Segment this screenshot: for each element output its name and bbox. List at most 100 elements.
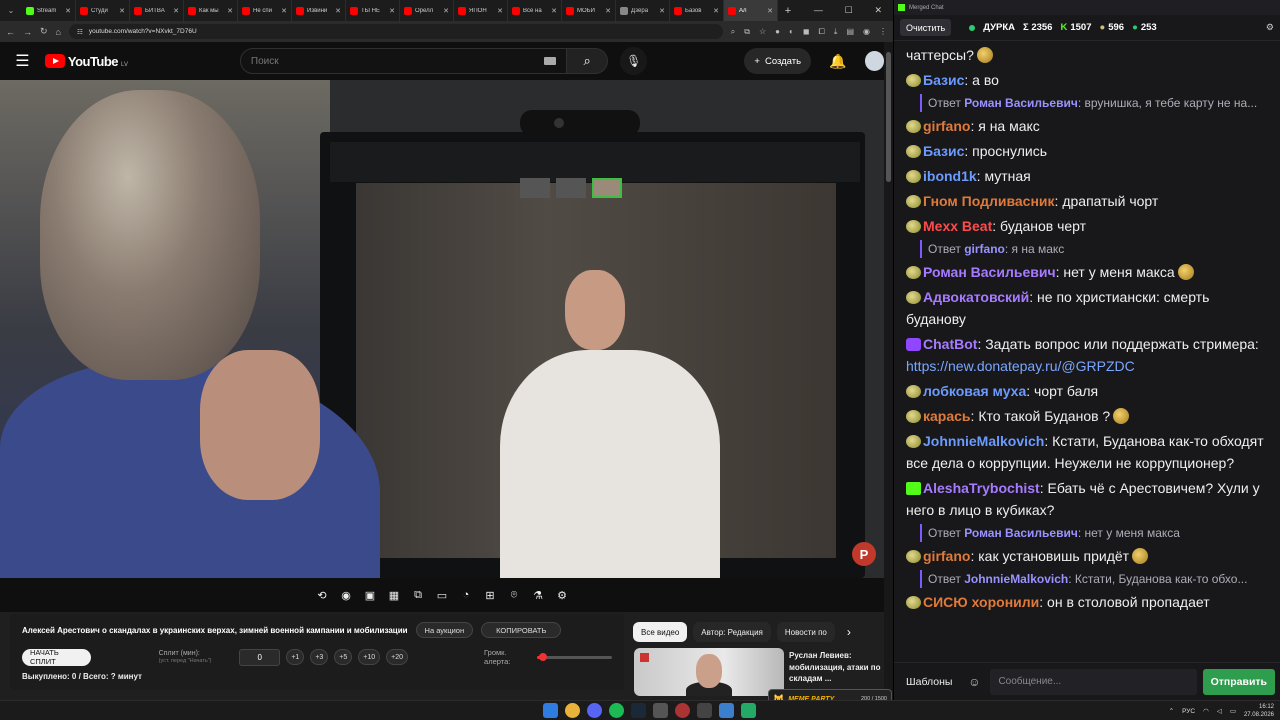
clip-icon[interactable]: ▦: [386, 587, 402, 603]
split-increment-button[interactable]: +1: [286, 649, 305, 665]
voice-search-button[interactable]: 🎙: [620, 47, 648, 75]
send-button[interactable]: Отправить: [1202, 668, 1275, 695]
chat-username[interactable]: Базис: [923, 143, 964, 159]
speed-icon[interactable]: ◔: [458, 587, 474, 603]
create-button[interactable]: + Создать: [744, 48, 812, 74]
message-link[interactable]: https://new.donatepay.ru/@GRPZDC: [906, 358, 1135, 374]
cinema-icon[interactable]: ▭: [434, 587, 450, 603]
chat-username[interactable]: Гном Подливасник: [923, 193, 1055, 209]
profile-icon[interactable]: ◉: [863, 27, 870, 37]
app-icon[interactable]: [697, 703, 712, 718]
tab-close-icon[interactable]: ✕: [659, 7, 665, 15]
camera-icon[interactable]: ⌾: [506, 587, 522, 603]
screenshot-icon[interactable]: ▣: [362, 587, 378, 603]
battery-icon[interactable]: ▭: [1230, 707, 1236, 715]
spotify-icon[interactable]: [609, 703, 624, 718]
tab-close-icon[interactable]: ✕: [119, 7, 125, 15]
download-icon[interactable]: ⤓: [834, 27, 838, 37]
chat-username[interactable]: карась: [923, 408, 971, 424]
tab-close-icon[interactable]: ✕: [605, 7, 611, 15]
browser-tab[interactable]: Базов ✕: [670, 0, 724, 21]
browser-tab[interactable]: Все на ✕: [508, 0, 562, 21]
home-icon[interactable]: ⌂: [56, 27, 61, 37]
tab-list-icon[interactable]: ⌄: [0, 0, 22, 21]
page-scrollbar[interactable]: [884, 42, 893, 700]
zoom-icon[interactable]: ⌕: [731, 27, 735, 37]
hamburger-menu-icon[interactable]: ☰: [0, 51, 45, 71]
split-increment-button[interactable]: +5: [334, 649, 353, 665]
browser-tab[interactable]: ЯПОН ✕: [454, 0, 508, 21]
keyboard-icon[interactable]: [544, 57, 557, 65]
chip-author[interactable]: Автор: Редакция: [693, 622, 771, 642]
minimize-icon[interactable]: —: [814, 5, 823, 16]
split-increment-button[interactable]: +3: [310, 649, 329, 665]
browser-tab[interactable]: Извини ✕: [292, 0, 346, 21]
close-icon[interactable]: ✕: [875, 5, 883, 16]
browser-tab[interactable]: Не спи ✕: [238, 0, 292, 21]
chat-settings-gear-icon[interactable]: ⚙: [1266, 22, 1274, 33]
audio-icon[interactable]: ◉: [338, 587, 354, 603]
extension-icon[interactable]: ●: [775, 27, 780, 37]
recommended-video-title[interactable]: Руслан Левиев: мобилизация, атаки по скл…: [789, 650, 881, 685]
tab-close-icon[interactable]: ✕: [227, 7, 233, 15]
chat-username[interactable]: JohnnieMalkovich: [923, 433, 1044, 449]
chat-username[interactable]: СИСЮ хоронили: [923, 594, 1039, 610]
cast-icon[interactable]: ⧉: [744, 27, 750, 37]
url-field[interactable]: ☷ youtube.com/watch?v=NXvkt_7D76U: [68, 24, 723, 39]
clock[interactable]: 16:12 27.08.2026: [1244, 703, 1274, 719]
emoji-icon[interactable]: ☺: [964, 672, 984, 692]
reply-username[interactable]: Роман Васильевич: [964, 96, 1078, 110]
clear-chat-button[interactable]: Очистить: [900, 19, 952, 36]
chat-username[interactable]: Mexx Beat: [923, 218, 992, 234]
obs-icon[interactable]: [675, 703, 690, 718]
tab-close-icon[interactable]: ✕: [389, 7, 395, 15]
loop-icon[interactable]: ⟲: [314, 587, 330, 603]
search-input[interactable]: Поиск: [239, 48, 568, 74]
chat-username[interactable]: ibond1k: [923, 168, 977, 184]
tab-close-icon[interactable]: ✕: [767, 7, 773, 15]
menu-icon[interactable]: ⋮: [879, 27, 887, 37]
browser-tab[interactable]: Орелл ✕: [400, 0, 454, 21]
flask-icon[interactable]: ⚗: [530, 587, 546, 603]
browser-tab[interactable]: МОБИ ✕: [562, 0, 616, 21]
chat-username[interactable]: AleshaTrybochist: [923, 480, 1040, 496]
discord-icon[interactable]: [587, 703, 602, 718]
add-icon[interactable]: ⊞: [482, 587, 498, 603]
site-info-icon[interactable]: ☷: [77, 28, 83, 36]
scrollbar-thumb[interactable]: [886, 52, 891, 182]
tab-close-icon[interactable]: ✕: [335, 7, 341, 15]
app-icon[interactable]: [719, 703, 734, 718]
split-increment-button[interactable]: +20: [386, 649, 409, 665]
youtube-logo[interactable]: YouTube LV: [44, 54, 240, 69]
app-icon[interactable]: [653, 703, 668, 718]
split-increment-button[interactable]: +10: [358, 649, 381, 665]
app-icon[interactable]: [741, 703, 756, 718]
chat-username[interactable]: Роман Васильевич: [923, 264, 1056, 280]
templates-button[interactable]: Шаблоны: [900, 670, 958, 694]
notifications-bell-icon[interactable]: 🔔: [829, 53, 846, 70]
tab-close-icon[interactable]: ✕: [173, 7, 179, 15]
steam-icon[interactable]: [631, 703, 646, 718]
browser-tab[interactable]: Дзёра ✕: [616, 0, 670, 21]
chat-username[interactable]: ChatBot: [923, 336, 977, 352]
chrome-icon[interactable]: [565, 703, 580, 718]
copy-button[interactable]: КОПИРОВАТЬ: [481, 622, 562, 638]
tray-arrow-icon[interactable]: ⌃: [1169, 707, 1174, 715]
auction-button[interactable]: На аукцион: [415, 622, 474, 638]
extension-icon[interactable]: ◐: [789, 27, 794, 37]
reply-username[interactable]: Роман Васильевич: [964, 526, 1078, 540]
pip-icon[interactable]: ⧉: [410, 587, 426, 603]
chat-message-input[interactable]: Сообщение...: [990, 668, 1197, 695]
tab-close-icon[interactable]: ✕: [713, 7, 719, 15]
settings-gear-icon[interactable]: ⚙: [554, 587, 570, 603]
bookmark-icon[interactable]: ☆: [759, 27, 766, 37]
extension-icon[interactable]: ◼: [803, 27, 810, 37]
tab-close-icon[interactable]: ✕: [281, 7, 287, 15]
tab-close-icon[interactable]: ✕: [497, 7, 503, 15]
browser-tab[interactable]: Stream ✕: [22, 0, 76, 21]
new-tab-button[interactable]: +: [778, 5, 798, 17]
chevron-right-icon[interactable]: ›: [847, 622, 851, 642]
tab-close-icon[interactable]: ✕: [551, 7, 557, 15]
language-indicator[interactable]: РУС: [1182, 708, 1195, 715]
start-windows-icon[interactable]: [543, 703, 558, 718]
